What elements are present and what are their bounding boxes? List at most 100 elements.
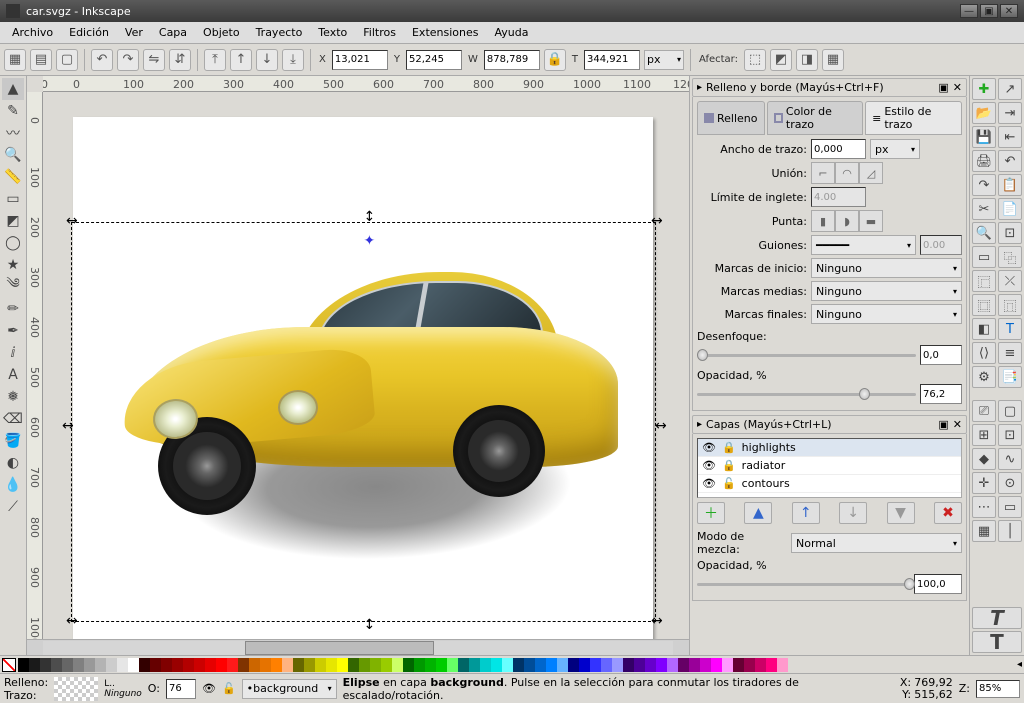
menu-texto[interactable]: Texto bbox=[310, 24, 355, 41]
swatch[interactable] bbox=[436, 658, 447, 672]
snap-path-button[interactable]: ∿ bbox=[998, 448, 1022, 470]
menu-edicion[interactable]: Edición bbox=[61, 24, 117, 41]
ellipse-tool[interactable]: ◯ bbox=[2, 232, 24, 254]
gradient-tool[interactable]: ◐ bbox=[2, 452, 24, 474]
swatch[interactable] bbox=[733, 658, 744, 672]
status-opacity-input[interactable] bbox=[166, 679, 196, 699]
blur-input[interactable] bbox=[920, 345, 962, 365]
scrollbar-horizontal[interactable] bbox=[27, 639, 689, 655]
swatch[interactable] bbox=[535, 658, 546, 672]
swatch[interactable] bbox=[568, 658, 579, 672]
rect-tool[interactable]: ▭ bbox=[2, 188, 24, 210]
marker-start-select[interactable]: Ninguno bbox=[811, 258, 962, 278]
swatch[interactable] bbox=[106, 658, 117, 672]
affect-stroke-button[interactable]: ⬚ bbox=[744, 49, 766, 71]
eye-icon[interactable]: 👁 bbox=[702, 477, 716, 490]
sel-handle-se[interactable]: ↔ bbox=[651, 617, 661, 627]
ruler-vertical[interactable]: 010020030040050060070080090010001100 bbox=[27, 92, 43, 639]
swatch[interactable] bbox=[546, 658, 557, 672]
swatch[interactable] bbox=[62, 658, 73, 672]
swatch[interactable] bbox=[557, 658, 568, 672]
lock-icon[interactable]: 🔓 bbox=[722, 477, 736, 490]
layer-delete-button[interactable]: ✖ bbox=[934, 502, 962, 524]
swatch[interactable] bbox=[95, 658, 106, 672]
cap-round-button[interactable]: ◗ bbox=[835, 210, 859, 232]
swatch[interactable] bbox=[370, 658, 381, 672]
snap-enable-button[interactable]: ⎚ bbox=[972, 400, 996, 422]
swatch[interactable] bbox=[128, 658, 139, 672]
maximize-button[interactable]: ▣ bbox=[980, 4, 998, 18]
lock-icon[interactable]: 🔓 bbox=[222, 682, 236, 695]
swatch[interactable] bbox=[161, 658, 172, 672]
zoom-tool[interactable]: 🔍 bbox=[2, 144, 24, 166]
affect-corners-button[interactable]: ◩ bbox=[770, 49, 792, 71]
fill-stroke-header[interactable]: ▸ Relleno y borde (Mayús+Ctrl+F) ▣ ✕ bbox=[692, 78, 967, 97]
sel-center[interactable]: ✦ bbox=[364, 237, 374, 247]
join-miter-button[interactable]: ⌐ bbox=[811, 162, 835, 184]
deselect-button[interactable]: ▢ bbox=[56, 49, 78, 71]
bezier-tool[interactable]: ✒ bbox=[2, 320, 24, 342]
swatch[interactable] bbox=[403, 658, 414, 672]
swatch[interactable] bbox=[480, 658, 491, 672]
lock-icon[interactable]: 🔒 bbox=[722, 441, 736, 454]
swatch[interactable] bbox=[260, 658, 271, 672]
tab-fill[interactable]: Relleno bbox=[697, 101, 765, 135]
sel-handle-e[interactable]: ↔ bbox=[655, 422, 665, 432]
layer-down-button[interactable]: ↓ bbox=[839, 502, 867, 524]
swatch[interactable] bbox=[689, 658, 700, 672]
dropper-tool[interactable]: 💧 bbox=[2, 474, 24, 496]
swatch[interactable] bbox=[216, 658, 227, 672]
zoom-page-button[interactable]: ▭ bbox=[972, 246, 996, 268]
export-button[interactable]: ⇤ bbox=[998, 126, 1022, 148]
sel-handle-s[interactable]: ↕ bbox=[364, 621, 374, 631]
w-input[interactable] bbox=[484, 50, 540, 70]
swatch[interactable] bbox=[392, 658, 403, 672]
swatch[interactable] bbox=[612, 658, 623, 672]
layer-row[interactable]: 👁 🔓 contours bbox=[698, 475, 961, 493]
spiral-tool[interactable]: ༄ bbox=[2, 276, 24, 298]
save-button[interactable]: 💾 bbox=[972, 126, 996, 148]
eye-icon[interactable]: 👁 bbox=[202, 682, 216, 695]
eraser-tool[interactable]: ⌫ bbox=[2, 408, 24, 430]
layer-bottom-button[interactable]: ▼ bbox=[887, 502, 915, 524]
cut-button[interactable]: ✂ bbox=[972, 198, 996, 220]
snap-node-button[interactable]: ◆ bbox=[972, 448, 996, 470]
lower-button[interactable]: ↓ bbox=[256, 49, 278, 71]
eye-icon[interactable]: 👁 bbox=[702, 459, 716, 472]
layer-name[interactable]: contours bbox=[742, 477, 790, 490]
swatch[interactable] bbox=[711, 658, 722, 672]
undo-button[interactable]: ↶ bbox=[998, 150, 1022, 172]
duplicate-button[interactable]: ⿻ bbox=[998, 246, 1022, 268]
layer-name[interactable]: radiator bbox=[742, 459, 786, 472]
canvas[interactable]: ↔ ↕ ↔ ↔ ↔ ↔ ↕ ↔ ✦ bbox=[43, 92, 689, 639]
eye-icon[interactable]: 👁 bbox=[702, 441, 716, 454]
fill-swatch[interactable] bbox=[54, 677, 98, 701]
rotate-cw-button[interactable]: ↷ bbox=[117, 49, 139, 71]
text-tool[interactable]: A bbox=[2, 364, 24, 386]
select-layers-button[interactable]: ▤ bbox=[30, 49, 52, 71]
cap-square-button[interactable]: ▬ bbox=[859, 210, 883, 232]
prefs-button[interactable]: ⚙ bbox=[972, 366, 996, 388]
clone-button[interactable]: ⿸ bbox=[972, 270, 996, 292]
collapse-icon[interactable]: ▸ bbox=[697, 419, 702, 430]
tab-stroke-paint[interactable]: Color de trazo bbox=[767, 101, 864, 135]
swatch[interactable] bbox=[117, 658, 128, 672]
swatch[interactable] bbox=[337, 658, 348, 672]
swatch[interactable] bbox=[359, 658, 370, 672]
affect-pattern-button[interactable]: ▦ bbox=[822, 49, 844, 71]
y-input[interactable] bbox=[406, 50, 462, 70]
snap-corner-button[interactable]: ⊡ bbox=[998, 424, 1022, 446]
swatch[interactable] bbox=[579, 658, 590, 672]
join-bevel-button[interactable]: ◿ bbox=[859, 162, 883, 184]
close-button[interactable]: ✕ bbox=[1000, 4, 1018, 18]
menu-objeto[interactable]: Objeto bbox=[195, 24, 248, 41]
sel-handle-w[interactable]: ↔ bbox=[62, 422, 72, 432]
swatch[interactable] bbox=[502, 658, 513, 672]
spray-tool[interactable]: ❅ bbox=[2, 386, 24, 408]
snap-grid-button[interactable]: ▦ bbox=[972, 520, 996, 542]
menu-ayuda[interactable]: Ayuda bbox=[486, 24, 536, 41]
import-button[interactable]: ⇥ bbox=[998, 102, 1022, 124]
swatch[interactable] bbox=[634, 658, 645, 672]
marker-end-select[interactable]: Ninguno bbox=[811, 304, 962, 324]
swatch[interactable] bbox=[29, 658, 40, 672]
